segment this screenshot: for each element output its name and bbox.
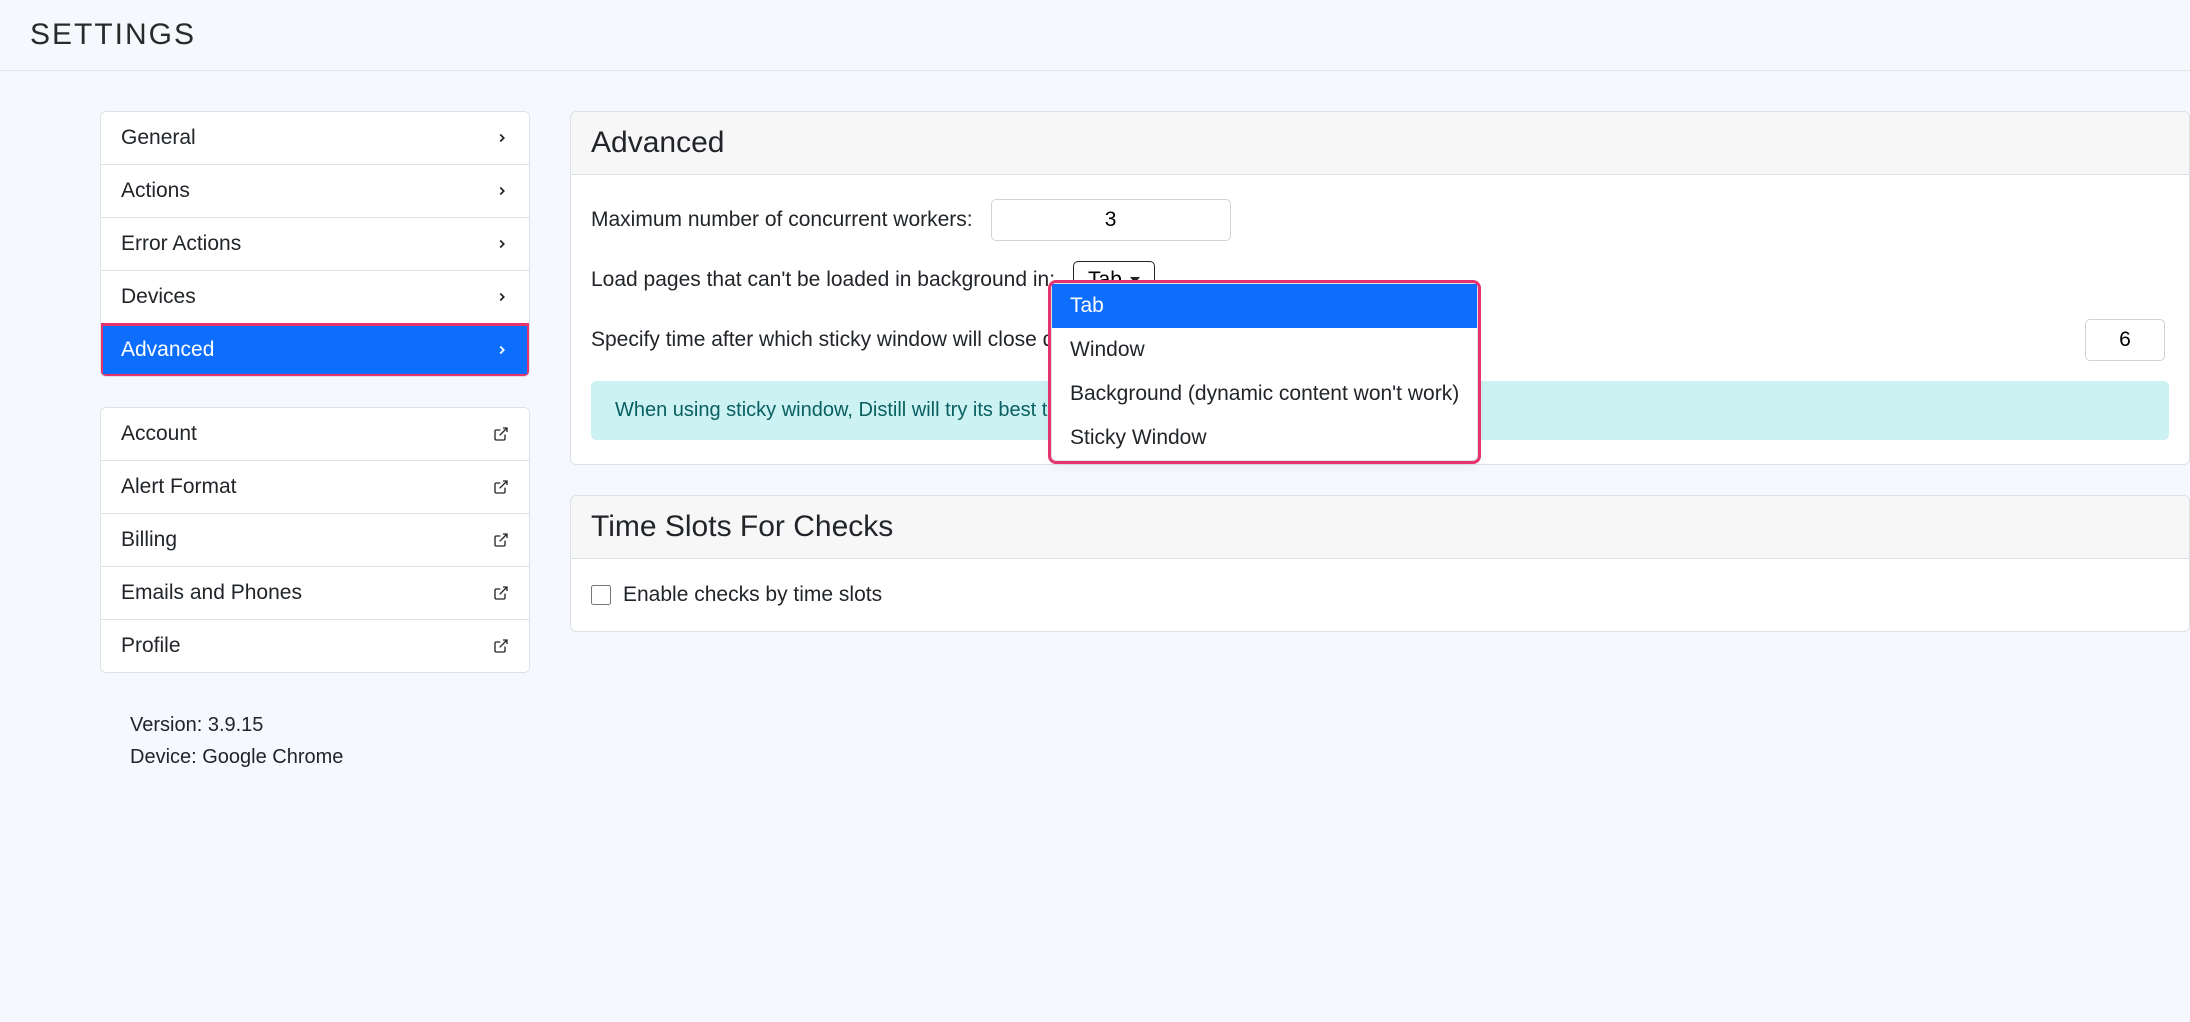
- dropdown-option-tab[interactable]: Tab: [1052, 284, 1477, 328]
- page-header: SETTINGS: [0, 0, 2190, 71]
- device-label: Device: Google Chrome: [130, 741, 530, 773]
- enable-timeslots-checkbox[interactable]: [591, 585, 611, 605]
- enable-timeslots-label: Enable checks by time slots: [623, 583, 882, 607]
- sidebar-item-label: General: [121, 126, 196, 150]
- dropdown-option-window[interactable]: Window: [1052, 328, 1477, 372]
- external-link-icon: [493, 638, 509, 654]
- sidebar-item-label: Alert Format: [121, 475, 237, 499]
- sticky-time-label: Specify time after which sticky window w…: [591, 328, 1078, 352]
- sidebar-item-label: Error Actions: [121, 232, 241, 256]
- sidebar: General Actions Error Actions Devices Ad…: [100, 111, 530, 773]
- dropdown-option-background[interactable]: Background (dynamic content won't work): [1052, 372, 1477, 416]
- version-label: Version: 3.9.15: [130, 709, 530, 741]
- sidebar-item-alert-format[interactable]: Alert Format: [101, 461, 529, 514]
- sidebar-item-error-actions[interactable]: Error Actions: [101, 218, 529, 271]
- load-pages-label: Load pages that can't be loaded in backg…: [591, 268, 1055, 292]
- sidebar-item-account[interactable]: Account: [101, 408, 529, 461]
- sidebar-item-label: Actions: [121, 179, 190, 203]
- advanced-panel-header: Advanced: [571, 112, 2189, 175]
- max-workers-label: Maximum number of concurrent workers:: [591, 208, 973, 232]
- advanced-panel: Advanced Maximum number of concurrent wo…: [570, 111, 2190, 465]
- advanced-title: Advanced: [591, 126, 2169, 160]
- external-link-icon: [493, 532, 509, 548]
- version-info: Version: 3.9.15 Device: Google Chrome: [100, 703, 530, 773]
- sidebar-item-label: Devices: [121, 285, 196, 309]
- timeslots-panel-header: Time Slots For Checks: [571, 496, 2189, 559]
- timeslots-title: Time Slots For Checks: [591, 510, 2169, 544]
- sidebar-item-label: Emails and Phones: [121, 581, 302, 605]
- sidebar-item-label: Advanced: [121, 338, 214, 362]
- dropdown-option-sticky-window[interactable]: Sticky Window: [1052, 416, 1477, 460]
- max-workers-input[interactable]: [991, 199, 1231, 241]
- sidebar-item-label: Profile: [121, 634, 181, 658]
- chevron-right-icon: [495, 343, 509, 357]
- chevron-right-icon: [495, 290, 509, 304]
- timeslots-panel: Time Slots For Checks Enable checks by t…: [570, 495, 2190, 632]
- nav-group-account: Account Alert Format Billing Emails and …: [100, 407, 530, 673]
- sticky-time-input[interactable]: [2085, 319, 2165, 361]
- max-workers-row: Maximum number of concurrent workers:: [591, 199, 2169, 241]
- sidebar-item-actions[interactable]: Actions: [101, 165, 529, 218]
- sidebar-item-label: Account: [121, 422, 197, 446]
- sidebar-item-profile[interactable]: Profile: [101, 620, 529, 672]
- sidebar-item-label: Billing: [121, 528, 177, 552]
- external-link-icon: [493, 585, 509, 601]
- sidebar-item-advanced[interactable]: Advanced: [101, 324, 529, 376]
- external-link-icon: [493, 479, 509, 495]
- enable-timeslots-row: Enable checks by time slots: [591, 583, 2169, 607]
- main-content: Advanced Maximum number of concurrent wo…: [570, 111, 2190, 773]
- chevron-right-icon: [495, 237, 509, 251]
- sidebar-item-emails-phones[interactable]: Emails and Phones: [101, 567, 529, 620]
- chevron-right-icon: [495, 131, 509, 145]
- sidebar-item-billing[interactable]: Billing: [101, 514, 529, 567]
- nav-group-settings: General Actions Error Actions Devices Ad…: [100, 111, 530, 377]
- chevron-right-icon: [495, 184, 509, 198]
- sidebar-item-devices[interactable]: Devices: [101, 271, 529, 324]
- external-link-icon: [493, 426, 509, 442]
- sidebar-item-general[interactable]: General: [101, 112, 529, 165]
- page-title: SETTINGS: [30, 18, 2160, 52]
- load-pages-dropdown-menu: Tab Window Background (dynamic content w…: [1051, 283, 1478, 461]
